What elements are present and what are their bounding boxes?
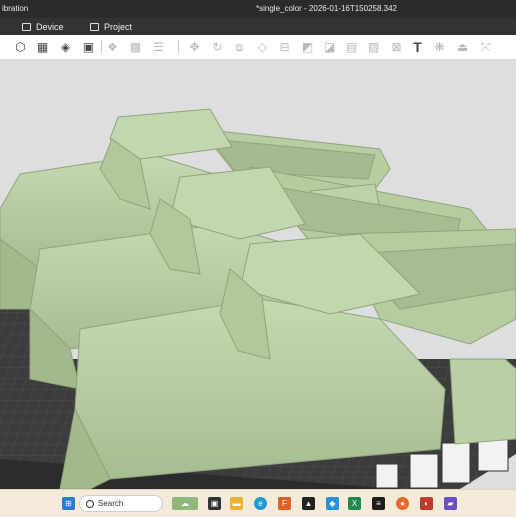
layers-icon[interactable]: ☰ [150, 38, 167, 55]
viewport-canvas [0, 59, 516, 489]
search-placeholder: Search [98, 499, 124, 508]
search-box[interactable]: Search [79, 495, 163, 512]
tab-project[interactable]: Project [86, 20, 136, 33]
window-title-left: ibration [2, 4, 29, 13]
eraser-icon[interactable]: ◇ [254, 38, 271, 55]
text-icon[interactable]: T [409, 38, 426, 55]
scale-icon[interactable]: ⧈ [231, 38, 248, 55]
seam-icon[interactable]: ◪ [321, 38, 338, 55]
toolbar-separator [178, 40, 179, 54]
split-icon[interactable]: ⤧ [477, 38, 494, 55]
grid-icon[interactable]: ▦ [34, 38, 51, 55]
windows-start-icon[interactable]: ⊞ [62, 497, 75, 510]
edge-icon[interactable]: e [254, 497, 267, 510]
rotate-icon[interactable]: ↻ [209, 38, 226, 55]
tab-device-label: Device [36, 21, 64, 32]
tab-project-label: Project [104, 21, 133, 32]
move-icon[interactable]: ✥ [186, 38, 203, 55]
firefox-icon[interactable]: ● [396, 497, 409, 510]
filament-icon[interactable]: ◈ [57, 38, 74, 55]
scarf-icon[interactable]: ⊠ [388, 38, 405, 55]
project-icon [90, 22, 99, 31]
tab-bar: Device Project [0, 18, 516, 35]
measure-icon[interactable]: ⏏ [454, 38, 471, 55]
search-icon [86, 499, 94, 508]
file-explorer-icon[interactable]: ▬ [230, 497, 243, 510]
app-icon[interactable]: ◐ [420, 497, 433, 510]
support-paint-icon[interactable]: ◩ [299, 38, 316, 55]
orient-icon[interactable]: ▩ [127, 38, 144, 55]
monitor-icon [22, 22, 31, 31]
cut-icon[interactable]: ⊟ [276, 38, 293, 55]
tab-device[interactable]: Device [18, 20, 68, 33]
paint-icon[interactable]: ▨ [365, 38, 382, 55]
widgets-icon[interactable]: ☁ [172, 497, 198, 510]
add-object-icon[interactable]: ⬡ [12, 38, 29, 55]
window-title: *single_color - 2026-01-16T150258.342 [256, 4, 397, 13]
app-icon[interactable]: ▲ [302, 497, 315, 510]
toolbar: ⬡ ▦ ◈ ▣ ❖ ▩ ☰ ✥ ↻ ⧈ ◇ ⊟ ◩ ◪ ▤ ▨ ⊠ T ❋ ⏏ … [0, 35, 516, 60]
app-icon[interactable]: ≡ [372, 497, 385, 510]
3d-viewport[interactable] [0, 59, 516, 489]
arrange-icon[interactable]: ❖ [104, 38, 121, 55]
title-bar: ibration *single_color - 2026-01-16T1502… [0, 0, 516, 18]
assembly-icon[interactable]: ❋ [431, 38, 448, 55]
toolbar-separator [101, 40, 102, 54]
task-view-icon[interactable]: ▣ [208, 497, 221, 510]
taskbar: ⊞ Search ☁ ▣ ▬ e F ▲ ◆ X ≡ ● ◐ ▰ [0, 489, 516, 517]
app-icon[interactable]: ▰ [444, 497, 457, 510]
plate-icon[interactable]: ▣ [80, 38, 97, 55]
store-icon[interactable]: ◆ [326, 497, 339, 510]
excel-icon[interactable]: X [348, 497, 361, 510]
app-icon[interactable]: F [278, 497, 291, 510]
fuzzy-skin-icon[interactable]: ▤ [343, 38, 360, 55]
